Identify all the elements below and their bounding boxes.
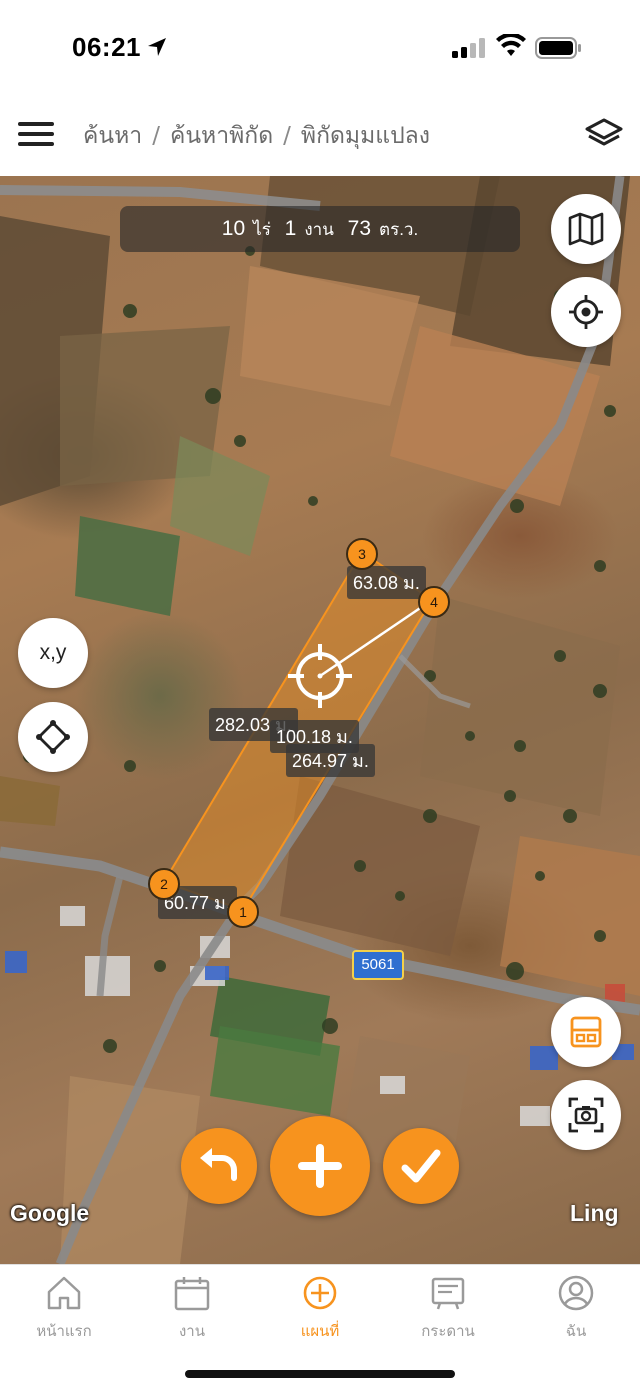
area-ngan-value: 1 <box>284 217 297 240</box>
tab-profile[interactable]: ฉัน <box>512 1273 640 1353</box>
parcel-info-button[interactable] <box>551 997 621 1067</box>
satellite-map[interactable]: 10 ไร่ 1 งาน 73 ตร.ว. x,y 63.08 ม. 282.0… <box>0 176 640 1264</box>
status-time: 06:21 <box>72 32 141 62</box>
measurement-top-edge: 63.08 ม. <box>347 566 426 599</box>
tab-profile-label: ฉัน <box>565 1322 587 1340</box>
home-indicator <box>185 1370 455 1378</box>
coordinate-input-button[interactable]: x,y <box>18 618 88 688</box>
polygon-icon <box>36 720 70 754</box>
breadcrumb-item-search-coordinates[interactable]: ค้นหาพิกัด <box>170 123 273 149</box>
vertex-marker-2[interactable]: 2 <box>148 868 180 900</box>
tab-map[interactable]: แผนที่ <box>256 1273 384 1353</box>
xy-label: x,y <box>39 641 67 664</box>
road-number-badge: 5061 <box>352 950 404 980</box>
home-icon <box>47 1276 81 1310</box>
user-icon <box>558 1275 594 1311</box>
crosshair-location-icon <box>569 295 603 329</box>
tab-home-label: หน้าแรก <box>36 1322 92 1340</box>
undo-button[interactable] <box>181 1128 257 1204</box>
vertex-marker-4[interactable]: 4 <box>418 586 450 618</box>
my-location-button[interactable] <box>551 277 621 347</box>
tab-tasks[interactable]: งาน <box>128 1273 256 1353</box>
tab-board-label: กระดาน <box>421 1322 475 1340</box>
google-attribution: Google <box>10 1200 90 1226</box>
screenshot-button[interactable] <box>551 1080 621 1150</box>
confirm-button[interactable] <box>383 1128 459 1204</box>
calendar-icon <box>174 1277 210 1311</box>
breadcrumb-item-search[interactable]: ค้นหา <box>83 123 142 149</box>
map-type-button[interactable] <box>551 194 621 264</box>
board-icon <box>431 1277 465 1310</box>
vertex-marker-1[interactable]: 1 <box>227 896 259 928</box>
battery-icon <box>535 37 581 59</box>
camera-scan-icon <box>568 1097 604 1133</box>
status-bar: 06:21 <box>0 0 640 96</box>
area-ngan-unit: งาน <box>304 220 334 239</box>
cellular-signal-icon <box>452 38 485 58</box>
tab-map-label: แผนที่ <box>300 1322 340 1340</box>
ling-attribution: Ling <box>570 1200 619 1226</box>
map-icon <box>568 212 604 246</box>
wifi-icon <box>496 34 526 56</box>
add-circle-icon <box>303 1276 337 1310</box>
tab-board[interactable]: กระดาน <box>384 1273 512 1353</box>
measurement-right-edge: 264.97 ม. <box>286 744 375 777</box>
area-wa-unit: ตร.ว. <box>379 220 419 239</box>
location-arrow-icon <box>148 38 166 56</box>
breadcrumb: ค้นหา / ค้นหาพิกัด / พิกัดมุมแปลง <box>83 123 431 149</box>
undo-icon <box>200 1148 237 1181</box>
area-wa-value: 73 <box>347 217 372 240</box>
checkmark-icon <box>401 1149 441 1183</box>
area-rai-value: 10 <box>221 217 246 240</box>
tab-home[interactable]: หน้าแรก <box>0 1273 128 1353</box>
area-summary: 10 ไร่ 1 งาน 73 ตร.ว. <box>120 206 520 252</box>
plus-icon <box>298 1144 342 1188</box>
hamburger-menu-icon[interactable] <box>16 118 56 150</box>
tab-tasks-label: งาน <box>178 1322 205 1340</box>
layers-icon[interactable] <box>584 116 624 152</box>
add-point-button[interactable] <box>270 1116 370 1216</box>
vertex-marker-3[interactable]: 3 <box>346 538 378 570</box>
app-header: ค้นหา / ค้นหาพิกัด / พิกัดมุมแปลง <box>0 96 640 177</box>
area-rai-unit: ไร่ <box>253 220 271 239</box>
breadcrumb-item-corner-coordinates: พิกัดมุมแปลง <box>300 123 431 149</box>
draw-polygon-button[interactable] <box>18 702 88 772</box>
document-box-icon <box>570 1016 602 1048</box>
